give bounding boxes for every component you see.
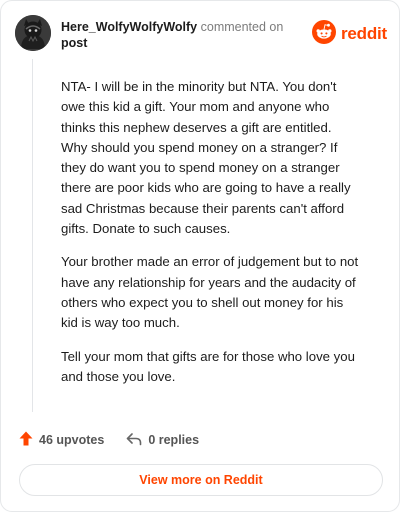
comment-body: NTA- I will be in the minority but NTA. …: [61, 77, 361, 400]
reddit-logo-icon: [311, 19, 336, 49]
upvote-stat[interactable]: 46 upvotes: [19, 431, 104, 449]
reddit-logo[interactable]: reddit: [311, 19, 387, 49]
comment-paragraph-2: Your brother made an error of judgement …: [61, 254, 359, 331]
comment-card: Here_WolfyWolfyWolfy commented on post r…: [0, 0, 400, 512]
view-more-button[interactable]: View more on Reddit: [19, 464, 383, 496]
reply-arrow-icon: [126, 432, 148, 449]
upvote-arrow-icon: [19, 431, 39, 449]
username-link[interactable]: Here_WolfyWolfyWolfy: [61, 20, 197, 34]
reply-stat[interactable]: 0 replies: [126, 432, 199, 449]
comment-header: Here_WolfyWolfyWolfy commented on post r…: [15, 15, 387, 55]
avatar-icon[interactable]: [15, 15, 51, 51]
comment-meta: Here_WolfyWolfyWolfy commented on post: [61, 19, 311, 51]
reply-count: 0 replies: [148, 433, 200, 447]
action-text: commented on: [200, 20, 284, 34]
reddit-wordmark: reddit: [340, 24, 387, 43]
upvote-count: 46 upvotes: [39, 433, 105, 447]
comment-paragraph-3: Tell your mom that gifts are for those w…: [61, 348, 355, 384]
thread-line: [32, 59, 33, 412]
post-link[interactable]: post: [61, 36, 87, 50]
comment-paragraph-1: NTA- I will be in the minority but NTA. …: [61, 79, 351, 237]
comment-footer: 46 upvotes 0 replies: [19, 431, 199, 449]
